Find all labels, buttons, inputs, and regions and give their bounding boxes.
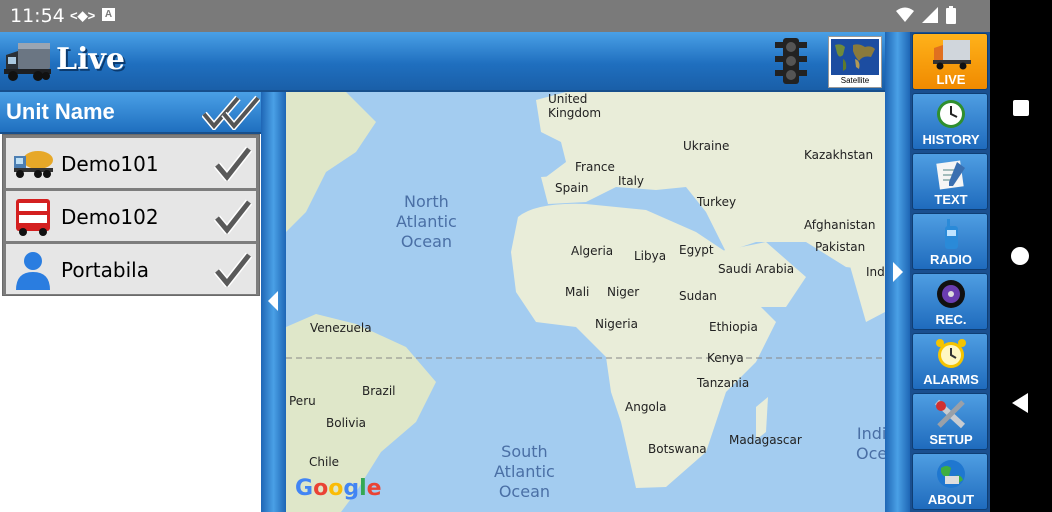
status-bar: 11:54 <◆> A [0, 0, 990, 32]
map-label: Mali [565, 285, 590, 299]
map-land [286, 92, 885, 512]
unit-list-header: Unit Name [0, 92, 261, 134]
tools-icon [934, 399, 966, 429]
google-logo: Google [295, 476, 382, 501]
satellite-toggle-button[interactable]: Satellite [828, 36, 882, 88]
map-label: France [575, 160, 615, 174]
page-title: Live [56, 42, 126, 77]
check-icon[interactable] [214, 198, 252, 234]
nav-label: RADIO [930, 252, 972, 267]
expand-nav-bar[interactable] [885, 32, 910, 512]
map-label: Nigeria [595, 317, 638, 331]
map-label: Angola [625, 400, 667, 414]
map-label: Botswana [648, 442, 707, 456]
record-disc-icon [937, 280, 965, 308]
status-a-icon: A [102, 8, 115, 21]
map-label: Sudan [679, 289, 717, 303]
nav-label: HISTORY [922, 132, 980, 147]
map-label: Kazakhstan [804, 148, 874, 162]
nav-setup-button[interactable]: SETUP [912, 393, 988, 450]
sync-icon: <◆> [70, 8, 96, 23]
traffic-light-icon[interactable] [771, 36, 811, 86]
nav-label: REC. [935, 312, 967, 327]
globe-truck-icon [937, 460, 965, 488]
ocean-label: Indi Oce [856, 424, 885, 463]
status-time: 11:54 [10, 5, 65, 27]
truck-icon [933, 40, 971, 70]
notepad-icon [936, 160, 965, 190]
check-icon[interactable] [214, 251, 252, 287]
unit-name: Demo102 [61, 205, 159, 229]
truck-logo-icon [4, 43, 51, 81]
unit-row-demo101[interactable]: Demo101 [6, 138, 256, 188]
map-label: Algeria [571, 244, 614, 258]
nav-history-button[interactable]: HISTORY [912, 93, 988, 150]
tanker-truck-icon [14, 151, 53, 178]
map-label: Brazil [362, 384, 396, 398]
select-all-check-icon[interactable] [202, 94, 260, 130]
nav-label: SETUP [929, 432, 973, 447]
map-label: Ethiopia [709, 320, 758, 334]
map-label: Kenya [707, 351, 744, 365]
person-icon [16, 252, 50, 290]
app-header: Live Satellite [0, 32, 885, 92]
check-icon[interactable] [214, 145, 252, 181]
map-label: Peru [289, 394, 316, 408]
nav-label: LIVE [936, 72, 966, 87]
unit-name: Portabila [61, 258, 149, 282]
unit-row-demo102[interactable]: Demo102 [6, 191, 256, 241]
map-label: Turkey [697, 195, 737, 209]
nav-about-button[interactable]: ABOUT [912, 453, 988, 510]
nav-text-button[interactable]: TEXT [912, 153, 988, 210]
unit-list-title: Unit Name [6, 99, 115, 124]
alarm-clock-icon [936, 339, 966, 368]
map-label: Egypt [679, 243, 714, 257]
map-label: Niger [607, 285, 640, 299]
signal-icon [922, 7, 938, 23]
map-label: Tanzania [697, 376, 750, 390]
map-label: Libya [634, 249, 667, 263]
app-window: 11:54 <◆> A Live Satellite Unit Name Dem… [0, 0, 990, 512]
unit-row-portabila[interactable]: Portabila [6, 244, 256, 294]
nav-alarms-button[interactable]: ALARMS [912, 333, 988, 390]
wifi-icon [896, 7, 914, 22]
nav-label: TEXT [934, 192, 968, 207]
map-label: Afghanistan [804, 218, 876, 232]
map-label: Chile [309, 455, 340, 469]
ocean-label: South Atlantic Ocean [494, 442, 555, 501]
main-nav: LIVE HISTORY TEXT RADIO REC. ALARMS SETU… [910, 32, 990, 512]
map-label: Spain [555, 181, 589, 195]
map-label: Venezuela [310, 321, 372, 335]
map-label: Ukraine [683, 139, 730, 153]
map-label: Madagascar [729, 433, 802, 447]
radio-icon [945, 219, 958, 249]
map-label: Indi [866, 265, 885, 279]
bus-icon [16, 199, 50, 236]
unit-list: Demo101 Demo102 Portabila [2, 134, 260, 296]
chevron-left-icon [268, 291, 278, 311]
chevron-right-icon [893, 262, 903, 282]
map-view[interactable]: North Atlantic Ocean South Atlantic Ocea… [286, 92, 885, 512]
back-icon[interactable] [1011, 392, 1029, 414]
nav-label: ABOUT [927, 492, 975, 507]
map-label: Saudi Arabia [718, 262, 795, 276]
recents-icon[interactable] [1012, 99, 1030, 117]
map-label: Bolivia [326, 416, 367, 430]
system-nav-bar [990, 0, 1052, 512]
clock-icon [937, 100, 965, 128]
nav-rec-button[interactable]: REC. [912, 273, 988, 330]
satellite-map-thumbnail [831, 39, 879, 75]
map-label: Pakistan [815, 240, 866, 254]
map-label: United Kingdom [548, 92, 602, 120]
nav-radio-button[interactable]: RADIO [912, 213, 988, 270]
unit-name: Demo101 [61, 152, 159, 176]
nav-label: ALARMS [923, 372, 979, 387]
home-icon[interactable] [1010, 246, 1030, 266]
nav-live-button[interactable]: LIVE [912, 33, 988, 90]
map-label: Italy [618, 174, 645, 188]
satellite-label: Satellite [840, 76, 870, 85]
ocean-label: North Atlantic Ocean [396, 192, 457, 251]
battery-icon [946, 6, 956, 24]
collapse-panel-bar[interactable] [261, 92, 286, 512]
